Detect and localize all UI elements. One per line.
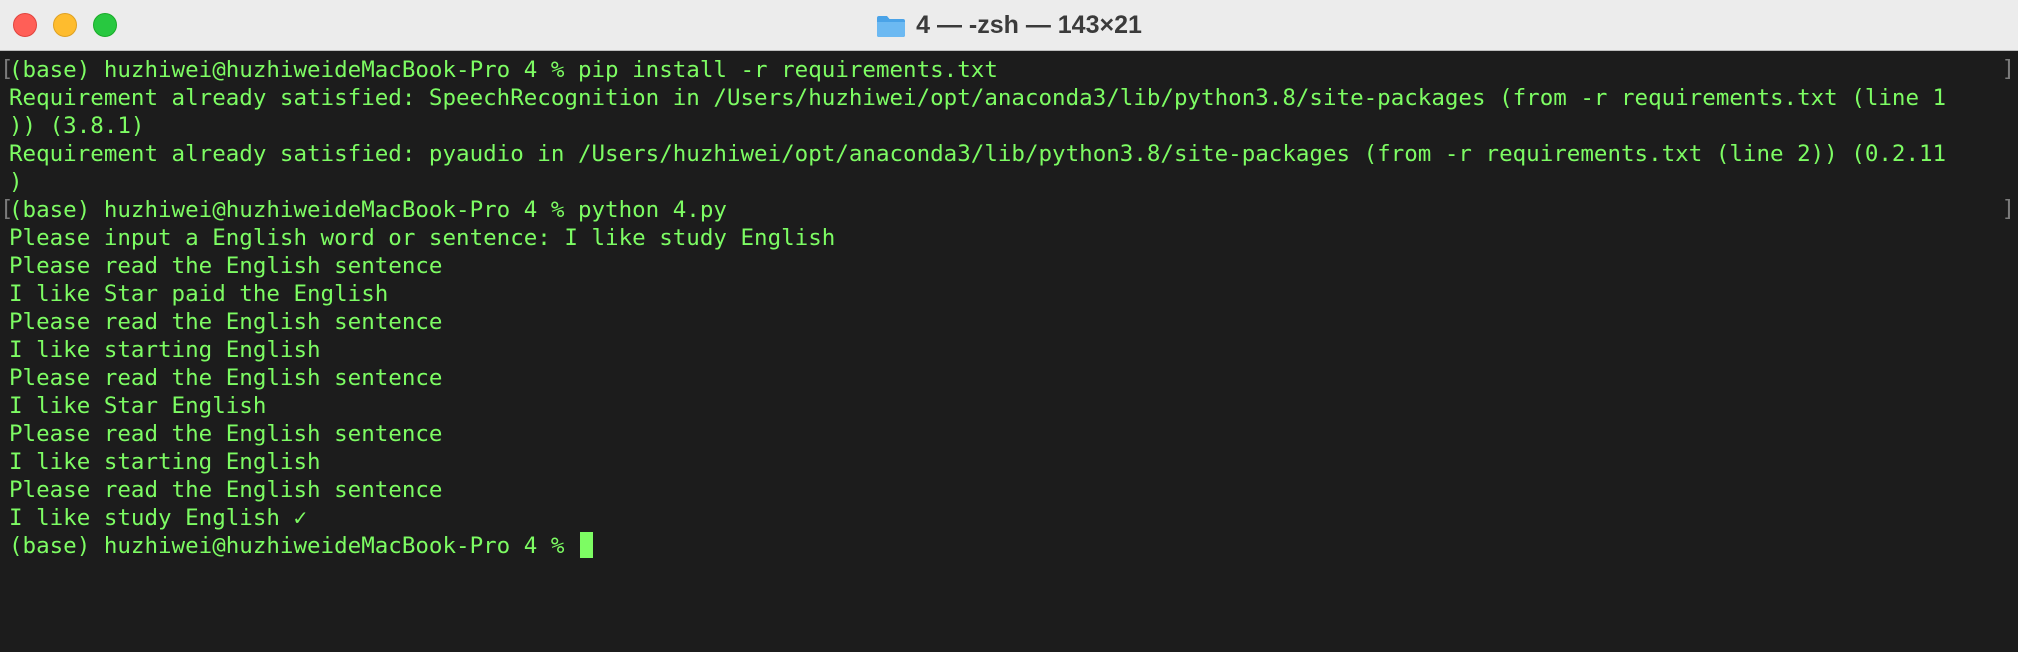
window-title: 4 — -zsh — 143×21 — [916, 11, 1142, 39]
terminal-line: )) (3.8.1) — [9, 113, 145, 139]
terminal-window: 4 — -zsh — 143×21 [ ] [ ] (base) huzhiwe… — [0, 0, 2018, 652]
terminal-line: Requirement already satisfied: SpeechRec… — [9, 85, 1947, 111]
terminal-line: Please read the English sentence — [9, 309, 443, 335]
terminal-line: Please read the English sentence — [9, 253, 443, 279]
terminal-line: Requirement already satisfied: pyaudio i… — [9, 141, 1947, 167]
terminal-line: I like starting English — [9, 337, 321, 363]
terminal-line: Please read the English sentence — [9, 421, 443, 447]
window-title-container: 4 — -zsh — 143×21 — [0, 0, 2018, 51]
prompt-mark-close: ] — [2001, 196, 2015, 222]
text-cursor — [579, 532, 593, 558]
terminal-line: I like Star paid the English — [9, 281, 389, 307]
prompt-mark-open: [ — [0, 196, 14, 222]
terminal-output[interactable]: [ ] [ ] (base) huzhiwei@huzhiweideMacBoo… — [0, 52, 2018, 652]
terminal-line: I like starting English — [9, 449, 321, 475]
current-prompt: (base) huzhiwei@huzhiweideMacBook-Pro 4 … — [9, 533, 578, 559]
title-bar[interactable]: 4 — -zsh — 143×21 — [0, 0, 2018, 51]
terminal-line: Please read the English sentence — [9, 477, 443, 503]
terminal-line: Please input a English word or sentence:… — [9, 225, 836, 251]
terminal-line: I like Star English — [9, 393, 267, 419]
terminal-line: (base) huzhiwei@huzhiweideMacBook-Pro 4 … — [9, 197, 727, 223]
prompt-mark-open: [ — [0, 56, 14, 82]
terminal-line: I like study English ✓ — [9, 505, 308, 531]
terminal-line: Please read the English sentence — [9, 365, 443, 391]
terminal-line: ) — [9, 169, 23, 195]
prompt-mark-close: ] — [2001, 56, 2015, 82]
folder-icon — [876, 14, 906, 38]
prompt-line[interactable]: (base) huzhiwei@huzhiweideMacBook-Pro 4 … — [9, 532, 2009, 560]
terminal-line: (base) huzhiwei@huzhiweideMacBook-Pro 4 … — [9, 57, 998, 83]
